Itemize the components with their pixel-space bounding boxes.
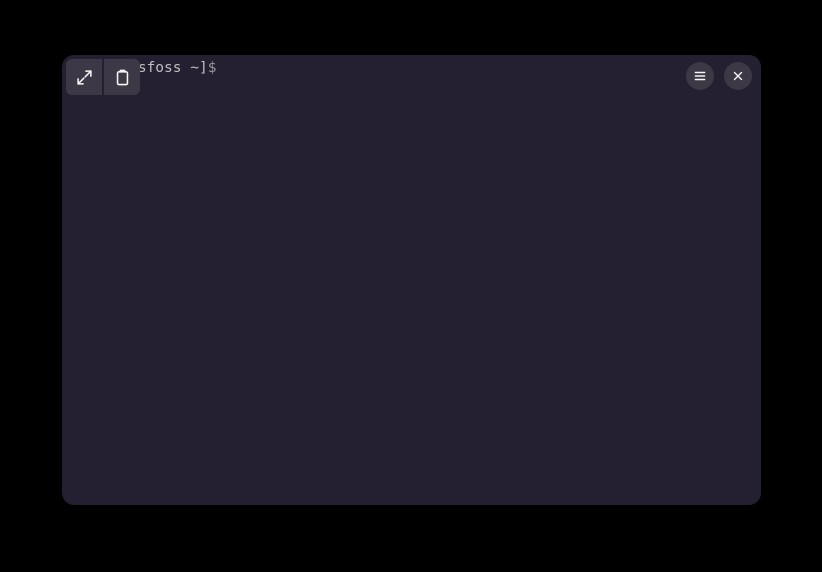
overlay-left-toolbar	[66, 59, 140, 95]
expand-icon	[76, 69, 93, 86]
prompt-symbol: $	[208, 60, 217, 76]
copy-button[interactable]	[104, 59, 140, 95]
hamburger-icon	[693, 69, 707, 83]
menu-button[interactable]	[686, 62, 714, 90]
terminal-output: [ i tsfoss ~]$	[62, 55, 761, 81]
copy-icon	[114, 69, 131, 86]
terminal-window[interactable]: [ i tsfoss ~]$	[62, 55, 761, 505]
overlay-right-toolbar	[686, 62, 752, 90]
expand-button[interactable]	[66, 59, 102, 95]
close-button[interactable]	[724, 62, 752, 90]
close-icon	[732, 70, 744, 82]
